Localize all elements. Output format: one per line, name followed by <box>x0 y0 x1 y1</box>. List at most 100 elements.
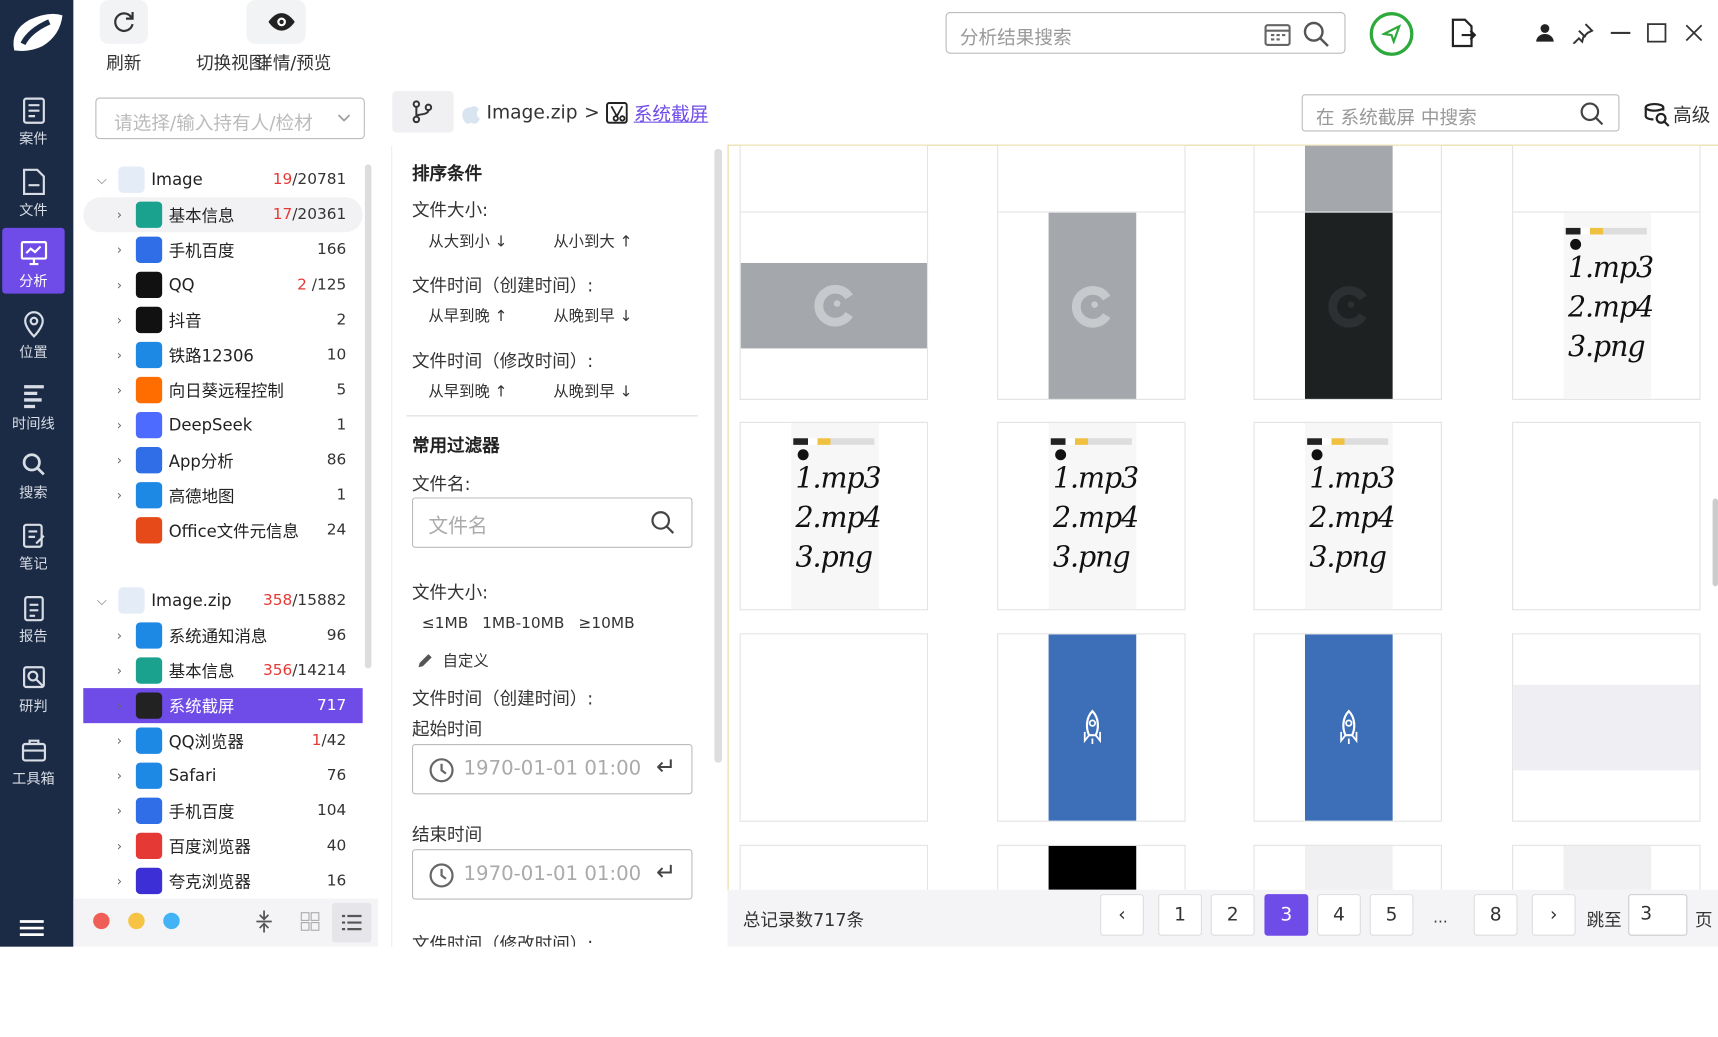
nav-item-search[interactable]: 搜索 <box>2 439 64 505</box>
owner-select[interactable]: 请选择/输入持有人/检材 <box>95 97 365 140</box>
tree-item[interactable]: › 夸克浏览器 16 <box>83 863 362 898</box>
screenshot-thumbnail[interactable] <box>997 633 1186 822</box>
grid-view-icon[interactable] <box>300 912 320 932</box>
tree-item[interactable]: › 百度浏览器 40 <box>83 828 362 863</box>
chevron-right-icon[interactable]: › <box>110 488 130 503</box>
yellow-dot-icon[interactable] <box>128 912 145 930</box>
nav-item-file[interactable]: 文件 <box>2 157 64 223</box>
page-button[interactable]: 2 <box>1210 894 1255 936</box>
next-page-button[interactable]: › <box>1531 894 1576 936</box>
nav-item-report[interactable]: 报告 <box>2 583 64 649</box>
close-icon[interactable] <box>1684 23 1704 43</box>
nav-item-judge[interactable]: 研判 <box>2 653 64 719</box>
pin-icon[interactable] <box>1572 22 1594 44</box>
search-icon[interactable] <box>650 510 676 536</box>
sort-mtime-desc[interactable]: 从晚到早 ↓ <box>553 380 632 402</box>
tree-item[interactable]: › 系统通知消息 96 <box>83 618 362 653</box>
nav-item-note[interactable]: 笔记 <box>2 511 64 577</box>
screenshot-thumbnail[interactable] <box>739 633 929 822</box>
chevron-right-icon[interactable]: › <box>110 663 130 678</box>
chevron-right-icon[interactable]: › <box>110 207 130 222</box>
tree-item[interactable]: › App分析 86 <box>83 443 362 478</box>
minimize-icon[interactable] <box>1610 31 1631 34</box>
breadcrumb-root[interactable]: Image.zip <box>486 101 577 123</box>
search-icon[interactable] <box>1302 20 1330 48</box>
chevron-right-icon[interactable]: › <box>110 347 130 362</box>
tree-item[interactable]: › 高德地图 1 <box>83 478 362 513</box>
screenshot-thumbnail[interactable] <box>1253 844 1442 890</box>
advanced-search-button[interactable]: 高级 <box>1644 100 1710 127</box>
search-icon[interactable] <box>1579 101 1605 127</box>
screenshot-thumbnail[interactable] <box>1512 421 1701 611</box>
tree-item[interactable]: › QQ浏览器 1/42 <box>83 723 362 758</box>
page-button-current[interactable]: 3 <box>1264 894 1309 936</box>
user-icon[interactable] <box>1535 23 1555 43</box>
page-button[interactable]: 5 <box>1369 894 1414 936</box>
content-search-input[interactable]: 在 系统截屏 中搜索 <box>1301 94 1620 132</box>
chevron-right-icon[interactable]: › <box>110 768 130 783</box>
screenshot-thumbnail[interactable] <box>1512 633 1701 822</box>
screenshot-thumbnail[interactable] <box>997 844 1186 890</box>
chevron-right-icon[interactable]: › <box>110 628 130 643</box>
tree-item[interactable]: Office文件元信息 24 <box>83 513 362 548</box>
tree-item[interactable]: › 基本信息 17/20361 <box>83 197 363 233</box>
screenshot-thumbnail[interactable]: 1.mp3 2.mp4 3.png <box>739 421 929 611</box>
tree-item[interactable]: › 手机百度 104 <box>83 793 362 828</box>
calendar-icon[interactable] <box>1264 22 1291 47</box>
analysis-search-input[interactable]: 分析结果搜索 <box>945 12 1346 54</box>
screenshot-thumbnail[interactable] <box>1253 633 1442 822</box>
page-button[interactable]: 4 <box>1317 894 1361 936</box>
breadcrumb-current[interactable]: 系统截屏 <box>634 99 709 126</box>
tree-item[interactable]: › 手机百度 166 <box>83 232 362 267</box>
tree-item[interactable]: › 抖音 2 <box>83 302 362 337</box>
filter-scrollbar[interactable] <box>714 149 723 763</box>
chevron-right-icon[interactable]: › <box>110 698 130 713</box>
nav-item-analysis[interactable]: 分析 <box>2 227 65 294</box>
chevron-right-icon[interactable]: › <box>110 873 130 888</box>
sort-mtime-asc[interactable]: 从早到晚 ↑ <box>428 380 507 402</box>
chevron-down-icon[interactable]: ⌵ <box>92 171 112 187</box>
screenshot-thumbnail[interactable] <box>1512 844 1701 890</box>
size-option-small[interactable]: ≤1MB <box>422 615 468 633</box>
page-button[interactable]: 8 <box>1473 894 1518 936</box>
detail-preview-button[interactable]: 详情/预览 <box>255 0 331 75</box>
jump-page-input[interactable]: 3 <box>1628 894 1688 936</box>
screenshot-thumbnail[interactable] <box>739 211 929 400</box>
size-custom-button[interactable]: 自定义 <box>416 650 489 672</box>
nav-item-location[interactable]: 位置 <box>2 299 64 365</box>
sort-ctime-desc[interactable]: 从晚到早 ↓ <box>553 305 632 327</box>
tree-item[interactable]: › 铁路12306 10 <box>83 337 362 372</box>
screenshot-thumbnail[interactable]: 1.mp3 2.mp4 3.png <box>997 421 1186 611</box>
chevron-right-icon[interactable]: › <box>110 838 130 853</box>
red-dot-icon[interactable] <box>93 912 110 930</box>
chevron-right-icon[interactable]: › <box>110 803 130 818</box>
screenshot-thumbnail[interactable] <box>739 844 929 890</box>
nav-item-timeline[interactable]: 时间线 <box>2 370 64 436</box>
chevron-right-icon[interactable]: › <box>110 277 130 292</box>
branch-button[interactable] <box>392 90 454 133</box>
filename-input[interactable]: 文件名 <box>411 497 693 548</box>
collapse-all-icon[interactable] <box>255 909 273 933</box>
sort-ctime-asc[interactable]: 从早到晚 ↑ <box>428 305 507 327</box>
tree-group[interactable]: ⌵ Image 19/20781 <box>83 162 362 197</box>
maximize-icon[interactable] <box>1647 23 1667 43</box>
grid-scrollbar[interactable] <box>1712 498 1718 587</box>
nav-item-toolbox[interactable]: 工具箱 <box>2 725 64 791</box>
enter-icon[interactable]: ↵ <box>655 753 677 782</box>
chevron-right-icon[interactable]: › <box>110 382 130 397</box>
screenshot-thumbnail[interactable]: 1.mp3 2.mp4 3.png <box>1512 211 1701 400</box>
chevron-right-icon[interactable]: › <box>110 417 130 432</box>
enter-icon[interactable]: ↵ <box>655 859 677 887</box>
tree-group[interactable]: ⌵ Image.zip 358/15882 <box>83 583 362 618</box>
screenshot-thumbnail[interactable]: 1.mp3 2.mp4 3.png <box>1253 421 1442 611</box>
page-button[interactable]: 1 <box>1158 894 1202 936</box>
sort-size-desc[interactable]: 从大到小 ↓ <box>428 230 507 252</box>
chevron-down-icon[interactable]: ⌵ <box>92 592 112 608</box>
nav-item-case[interactable]: 案件 <box>2 85 64 151</box>
tree-item[interactable]: › 向日葵远程控制 5 <box>83 373 362 408</box>
export-icon[interactable] <box>1449 18 1477 49</box>
refresh-button[interactable]: 刷新 <box>99 0 148 75</box>
start-time-input[interactable]: 1970-01-01 01:00:00 ↵ <box>411 743 693 795</box>
blue-dot-icon[interactable] <box>163 912 180 930</box>
screenshot-thumbnail[interactable] <box>997 211 1186 400</box>
